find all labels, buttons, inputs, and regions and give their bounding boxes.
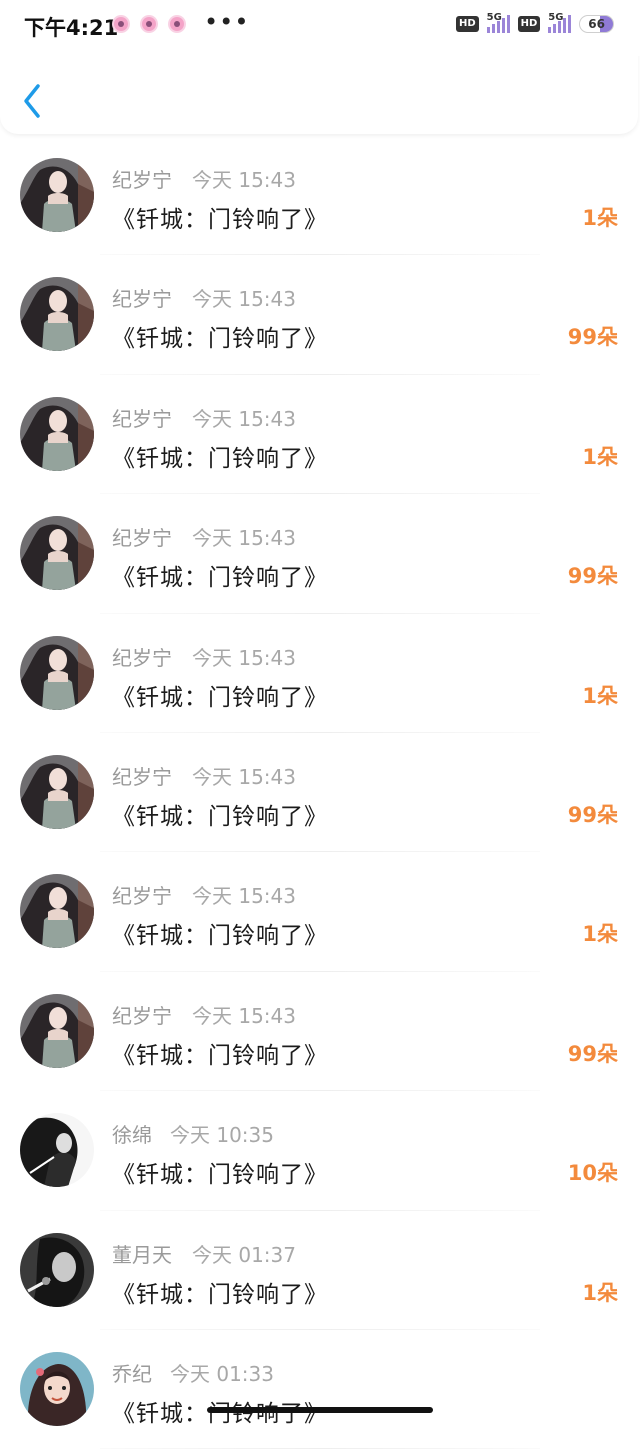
avatar[interactable]	[20, 636, 94, 710]
gift-count: 1朵	[582, 918, 618, 948]
timestamp: 今天 15:43	[192, 880, 296, 909]
sender-name: 乔纪	[112, 1358, 152, 1387]
sender-name: 纪岁宁	[112, 642, 172, 671]
timestamp: 今天 15:43	[192, 522, 296, 551]
list-item[interactable]: 徐绵 今天 10:35 《钎城：门铃响了》 10朵	[0, 1091, 640, 1210]
timestamp: 今天 15:43	[192, 283, 296, 312]
avatar[interactable]	[20, 1113, 94, 1187]
timestamp: 今天 15:43	[192, 403, 296, 432]
avatar[interactable]	[20, 397, 94, 471]
list-item[interactable]: 纪岁宁 今天 15:43 《钎城：门铃响了》 1朵	[0, 614, 640, 733]
list-item[interactable]: 纪岁宁 今天 15:43 《钎城：门铃响了》 1朵	[0, 136, 640, 255]
home-indicator[interactable]	[207, 1407, 433, 1413]
status-indicators: HD 5G HD 5G 66	[456, 15, 614, 33]
timestamp: 今天 10:35	[170, 1119, 274, 1148]
signal-strength-icon: 5G	[487, 15, 510, 33]
back-button[interactable]	[20, 82, 48, 120]
list-item[interactable]: 纪岁宁 今天 15:43 《钎城：门铃响了》 99朵	[0, 972, 640, 1091]
avatar[interactable]	[20, 1233, 94, 1307]
status-time: 下午4:21	[24, 12, 118, 42]
sender-name: 董月天	[112, 1239, 172, 1268]
sender-name: 纪岁宁	[112, 761, 172, 790]
book-title: 《钎城：门铃响了》	[112, 1275, 328, 1309]
gift-count: 99朵	[568, 799, 618, 829]
gift-count: 10朵	[568, 1157, 618, 1187]
gift-count: 99朵	[568, 1038, 618, 1068]
book-title: 《钎城：门铃响了》	[112, 916, 328, 950]
avatar[interactable]	[20, 1352, 94, 1426]
battery-icon: 66	[579, 15, 614, 33]
list-item[interactable]: 纪岁宁 今天 15:43 《钎城：门铃响了》 1朵	[0, 375, 640, 494]
network-type-label: 5G	[548, 12, 563, 23]
gift-count: 1朵	[582, 202, 618, 232]
avatar[interactable]	[20, 277, 94, 351]
book-title: 《钎城：门铃响了》	[112, 439, 328, 473]
list-item[interactable]: 董月天 今天 01:37 《钎城：门铃响了》 1朵	[0, 1211, 640, 1330]
timestamp: 今天 15:43	[192, 164, 296, 193]
more-notifications-icon: •••	[204, 8, 249, 36]
sender-name: 纪岁宁	[112, 164, 172, 193]
avatar[interactable]	[20, 158, 94, 232]
gift-count: 99朵	[568, 560, 618, 590]
sender-name: 纪岁宁	[112, 1000, 172, 1029]
network-type-label: 5G	[487, 12, 502, 23]
app-notification-icon	[142, 17, 156, 31]
book-title: 《钎城：门铃响了》	[112, 1155, 328, 1189]
signal-strength-icon: 5G	[548, 15, 571, 33]
gift-count: 1朵	[582, 680, 618, 710]
status-bar: 下午4:21 ••• HD 5G HD 5G 66	[0, 0, 640, 56]
book-title: 《钎城：门铃响了》	[112, 1036, 328, 1070]
list-item[interactable]: 纪岁宁 今天 15:43 《钎城：门铃响了》 99朵	[0, 494, 640, 613]
app-notification-icon	[114, 17, 128, 31]
gift-count: 99朵	[568, 321, 618, 351]
sender-name: 徐绵	[112, 1119, 152, 1148]
gift-count: 1朵	[582, 441, 618, 471]
avatar[interactable]	[20, 874, 94, 948]
hd-badge: HD	[456, 16, 479, 32]
sender-name: 纪岁宁	[112, 880, 172, 909]
gift-count: 1朵	[582, 1277, 618, 1307]
book-title: 《钎城：门铃响了》	[112, 200, 328, 234]
gift-record-list: 纪岁宁 今天 15:43 《钎城：门铃响了》 1朵 纪岁宁 今天 15:43 《…	[0, 136, 640, 1449]
book-title: 《钎城：门铃响了》	[112, 797, 328, 831]
list-item[interactable]: 纪岁宁 今天 15:43 《钎城：门铃响了》 99朵	[0, 255, 640, 374]
list-item[interactable]: 纪岁宁 今天 15:43 《钎城：门铃响了》 1朵	[0, 852, 640, 971]
app-notification-icon	[170, 17, 184, 31]
list-item[interactable]: 乔纪 今天 01:33 《钎城：门铃响了》	[0, 1330, 640, 1449]
timestamp: 今天 01:33	[170, 1358, 274, 1387]
timestamp: 今天 15:43	[192, 1000, 296, 1029]
book-title: 《钎城：门铃响了》	[112, 678, 328, 712]
timestamp: 今天 01:37	[192, 1239, 296, 1268]
hd-badge: HD	[518, 16, 541, 32]
avatar[interactable]	[20, 994, 94, 1068]
avatar[interactable]	[20, 516, 94, 590]
sender-name: 纪岁宁	[112, 283, 172, 312]
list-item[interactable]: 纪岁宁 今天 15:43 《钎城：门铃响了》 99朵	[0, 733, 640, 852]
timestamp: 今天 15:43	[192, 761, 296, 790]
sender-name: 纪岁宁	[112, 522, 172, 551]
sender-name: 纪岁宁	[112, 403, 172, 432]
notification-icons	[114, 17, 184, 31]
book-title: 《钎城：门铃响了》	[112, 558, 328, 592]
chevron-left-icon	[20, 82, 48, 120]
timestamp: 今天 15:43	[192, 642, 296, 671]
book-title: 《钎城：门铃响了》	[112, 319, 328, 353]
avatar[interactable]	[20, 755, 94, 829]
